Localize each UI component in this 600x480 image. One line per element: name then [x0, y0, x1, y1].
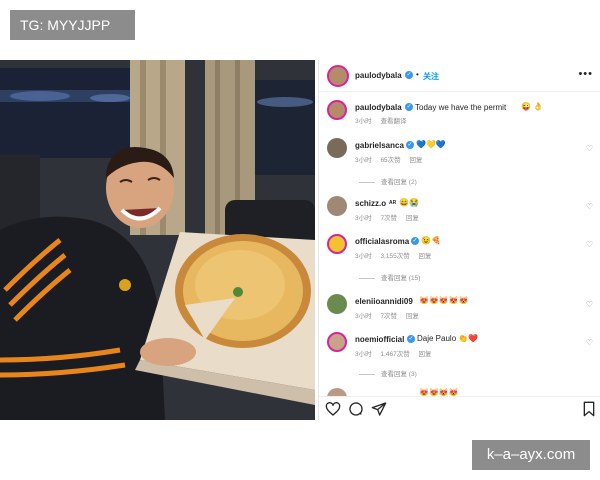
comment-likes[interactable]: 7次赞 — [380, 215, 397, 222]
comment-username[interactable]: schizz.o — [355, 199, 386, 208]
comment-time: 3小时 — [355, 215, 372, 222]
view-replies[interactable]: 查看回复 (2) — [359, 176, 417, 186]
heart-icon[interactable] — [325, 401, 341, 417]
comment-likes[interactable]: 7次赞 — [380, 313, 397, 320]
comment-meta: 3小时 3,155次赞 回复 — [355, 250, 439, 260]
comment-time: 3小时 — [355, 157, 372, 164]
comment-likes[interactable]: 1,467次赞 — [380, 351, 409, 358]
follow-button[interactable]: 关注 — [423, 71, 439, 82]
view-replies[interactable]: 查看回复 (3) — [359, 368, 417, 378]
view-replies[interactable]: 查看回复 (15) — [359, 272, 420, 282]
comment-text: 💙💛💙 — [416, 140, 446, 149]
caption-avatar[interactable] — [327, 100, 347, 120]
comment-likes[interactable]: 3,155次赞 — [380, 253, 409, 260]
comment-avatar[interactable] — [327, 234, 347, 254]
comment-time: 3小时 — [355, 313, 372, 320]
comment-text: Daje Paulo 👏❤️ — [417, 334, 479, 343]
comment-text: 😻😻😻😻😻 — [419, 296, 469, 305]
comment-username[interactable]: officialasroma — [355, 237, 409, 246]
caption-emoji: 😜 👌 — [521, 102, 544, 111]
comment-avatar[interactable] — [327, 388, 347, 396]
comment-heart-icon[interactable]: ♡ — [586, 202, 593, 211]
comment-avatar[interactable] — [327, 332, 347, 352]
reply-link[interactable]: 回复 — [406, 215, 419, 222]
comment-icon[interactable] — [348, 401, 364, 417]
comment-text: 😉🍕 — [421, 236, 441, 245]
reply-link[interactable]: 回复 — [409, 157, 422, 164]
reply-link[interactable]: 回复 — [419, 351, 432, 358]
comment-avatar[interactable] — [327, 138, 347, 158]
reply-link[interactable]: 回复 — [419, 253, 432, 260]
caption-time: 3小时 — [355, 118, 372, 125]
comment-text: 😻😻😻😻 — [419, 388, 459, 396]
comment-meta: 3小时 7次赞 回复 — [355, 310, 426, 320]
separator-dot: • — [416, 70, 419, 79]
comment-item: officialasroma ✓ 😉🍕 3小时 3,155次赞 回复 查看回复 … — [319, 232, 600, 282]
comment-username[interactable]: noemiofficial — [355, 335, 404, 344]
comment-heart-icon[interactable]: ♡ — [586, 240, 593, 249]
share-icon[interactable] — [371, 401, 387, 417]
comment-likes[interactable]: 65次赞 — [380, 157, 400, 164]
comment-avatar[interactable] — [327, 196, 347, 216]
author-avatar[interactable] — [327, 65, 349, 87]
caption: paulodybala ✓ Today we have the permit 😜… — [319, 98, 600, 128]
comment-time: 3小时 — [355, 351, 372, 358]
caption-text: Today we have the permit — [415, 103, 507, 112]
comment-heart-icon[interactable]: ♡ — [586, 300, 593, 309]
comment-item: gabrielsanca ✓ 💙💛💙 3小时 65次赞 回复 查看回复 (2) … — [319, 136, 600, 186]
post-photo[interactable] — [0, 60, 315, 420]
reply-link[interactable]: 回复 — [406, 313, 419, 320]
instagram-panel: paulodybala ✓ • 关注 ••• paulodybala ✓ Tod… — [318, 60, 600, 420]
comment-username[interactable]: eleniioannidi09 — [355, 297, 413, 306]
watermark-top-left: TG: MYYJJPP — [10, 10, 135, 40]
comment-time: 3小时 — [355, 253, 372, 260]
comment-user-tag: AR — [389, 200, 397, 206]
caption-meta: 3小时 查看翻译 — [355, 115, 413, 125]
bookmark-icon[interactable] — [581, 401, 597, 417]
author-username[interactable]: paulodybala — [355, 71, 402, 80]
verified-badge-icon: ✓ — [405, 103, 413, 111]
comment-item: eleniioannidi09 😻😻😻😻😻 3小时 7次赞 回复 ♡ — [319, 292, 600, 322]
comment-heart-icon[interactable]: ♡ — [586, 338, 593, 347]
comment-text: 😄😭 — [399, 198, 419, 207]
action-bar — [319, 396, 600, 420]
verified-badge-icon: ✓ — [411, 237, 419, 245]
comment-meta: 3小时 7次赞 回复 — [355, 212, 426, 222]
comment-item-partial: 😻😻😻😻 — [319, 386, 600, 396]
comment-meta: 3小时 65次赞 回复 — [355, 154, 429, 164]
verified-badge-icon: ✓ — [405, 71, 413, 79]
comment-heart-icon[interactable]: ♡ — [586, 144, 593, 153]
watermark-bottom-right: k–a–ayx.com — [472, 440, 590, 470]
comment-avatar[interactable] — [327, 294, 347, 314]
comment-item: noemiofficial ✓ Daje Paulo 👏❤️ 3小时 1,467… — [319, 330, 600, 380]
verified-badge-icon: ✓ — [406, 141, 414, 149]
verified-badge-icon: ✓ — [407, 335, 415, 343]
comment-username[interactable]: gabrielsanca — [355, 141, 404, 150]
post-header: paulodybala ✓ • 关注 ••• — [319, 60, 600, 92]
comment-item: schizz.o AR 😄😭 3小时 7次赞 回复 ♡ — [319, 194, 600, 224]
comment-meta: 3小时 1,467次赞 回复 — [355, 348, 439, 358]
caption-username[interactable]: paulodybala — [355, 103, 402, 112]
more-icon[interactable]: ••• — [578, 68, 593, 80]
post-image — [0, 60, 315, 420]
translate-link[interactable]: 查看翻译 — [380, 118, 406, 125]
